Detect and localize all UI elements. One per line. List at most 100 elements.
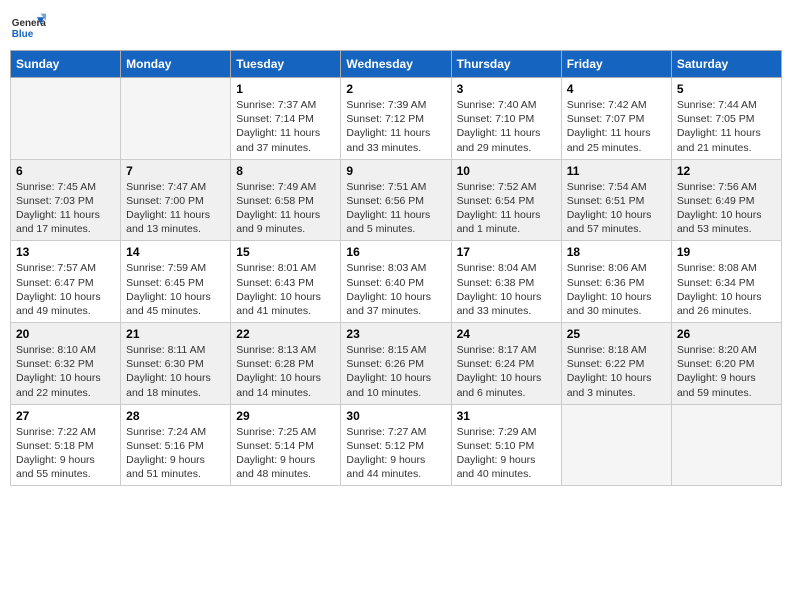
calendar-cell: 14Sunrise: 7:59 AMSunset: 6:45 PMDayligh… [121, 241, 231, 323]
cell-info: Sunrise: 8:11 AMSunset: 6:30 PMDaylight:… [126, 344, 211, 399]
day-number: 19 [677, 245, 776, 259]
day-number: 14 [126, 245, 225, 259]
calendar-cell: 10 Sunrise: 7:52 AMSunset: 6:54 PMDayligh… [451, 159, 561, 241]
calendar-header-tuesday: Tuesday [231, 51, 341, 78]
day-number: 8 [236, 164, 335, 178]
day-number: 30 [346, 409, 445, 423]
calendar-cell: 27 Sunrise: 7:22 AMSunset: 5:18 PMDayligh… [11, 404, 121, 486]
cell-info: Sunrise: 7:56 AMSunset: 6:49 PMDaylight:… [677, 181, 762, 236]
cell-info: Sunrise: 7:22 AMSunset: 5:18 PMDaylight:… [16, 426, 96, 481]
logo-icon: General Blue [10, 10, 46, 46]
day-number: 16 [346, 245, 445, 259]
calendar-cell: 9 Sunrise: 7:51 AMSunset: 6:56 PMDaylight… [341, 159, 451, 241]
day-number: 20 [16, 327, 115, 341]
day-number: 13 [16, 245, 115, 259]
day-number: 1 [236, 82, 335, 96]
calendar-cell: 28 Sunrise: 7:24 AMSunset: 5:16 PMDayligh… [121, 404, 231, 486]
calendar-cell [11, 78, 121, 160]
calendar-header-row: SundayMondayTuesdayWednesdayThursdayFrid… [11, 51, 782, 78]
cell-info: Sunrise: 7:49 AMSunset: 6:58 PMDaylight:… [236, 181, 320, 236]
cell-info: Sunrise: 7:47 AMSunset: 7:00 PMDaylight:… [126, 181, 210, 236]
cell-info: Sunrise: 7:40 AMSunset: 7:10 PMDaylight:… [457, 99, 541, 154]
cell-info: Sunrise: 8:04 AMSunset: 6:38 PMDaylight:… [457, 262, 542, 317]
day-number: 31 [457, 409, 556, 423]
calendar-header-monday: Monday [121, 51, 231, 78]
calendar-cell: 8 Sunrise: 7:49 AMSunset: 6:58 PMDaylight… [231, 159, 341, 241]
cell-info: Sunrise: 7:24 AMSunset: 5:16 PMDaylight:… [126, 426, 206, 481]
day-number: 23 [346, 327, 445, 341]
day-number: 10 [457, 164, 556, 178]
cell-info: Sunrise: 7:57 AMSunset: 6:47 PMDaylight:… [16, 262, 101, 317]
calendar-header-thursday: Thursday [451, 51, 561, 78]
calendar-cell: 7 Sunrise: 7:47 AMSunset: 7:00 PMDaylight… [121, 159, 231, 241]
calendar-cell: 12 Sunrise: 7:56 AMSunset: 6:49 PMDayligh… [671, 159, 781, 241]
cell-info: Sunrise: 8:08 AMSunset: 6:34 PMDaylight:… [677, 262, 762, 317]
calendar-header-wednesday: Wednesday [341, 51, 451, 78]
page-header: General Blue [10, 10, 782, 46]
cell-info: Sunrise: 7:27 AMSunset: 5:12 PMDaylight:… [346, 426, 426, 481]
day-number: 12 [677, 164, 776, 178]
calendar-cell: 2 Sunrise: 7:39 AMSunset: 7:12 PMDaylight… [341, 78, 451, 160]
day-number: 9 [346, 164, 445, 178]
day-number: 17 [457, 245, 556, 259]
calendar-cell: 20Sunrise: 8:10 AMSunset: 6:32 PMDayligh… [11, 323, 121, 405]
cell-info: Sunrise: 8:13 AMSunset: 6:28 PMDaylight:… [236, 344, 321, 399]
day-number: 2 [346, 82, 445, 96]
calendar-cell: 11Sunrise: 7:54 AMSunset: 6:51 PMDayligh… [561, 159, 671, 241]
calendar-cell: 15Sunrise: 8:01 AMSunset: 6:43 PMDayligh… [231, 241, 341, 323]
day-number: 5 [677, 82, 776, 96]
calendar-cell: 26 Sunrise: 8:20 AMSunset: 6:20 PMDayligh… [671, 323, 781, 405]
day-number: 4 [567, 82, 666, 96]
calendar-header-friday: Friday [561, 51, 671, 78]
calendar-week-row: 6 Sunrise: 7:45 AMSunset: 7:03 PMDaylight… [11, 159, 782, 241]
svg-text:Blue: Blue [12, 29, 34, 40]
calendar-header-saturday: Saturday [671, 51, 781, 78]
cell-info: Sunrise: 8:20 AMSunset: 6:20 PMDaylight:… [677, 344, 757, 399]
calendar-cell: 17 Sunrise: 8:04 AMSunset: 6:38 PMDayligh… [451, 241, 561, 323]
calendar-cell [121, 78, 231, 160]
day-number: 15 [236, 245, 335, 259]
cell-info: Sunrise: 7:37 AMSunset: 7:14 PMDaylight:… [236, 99, 320, 154]
day-number: 11 [567, 164, 666, 178]
calendar-cell: 21 Sunrise: 8:11 AMSunset: 6:30 PMDayligh… [121, 323, 231, 405]
cell-info: Sunrise: 8:03 AMSunset: 6:40 PMDaylight:… [346, 262, 431, 317]
cell-info: Sunrise: 7:39 AMSunset: 7:12 PMDaylight:… [346, 99, 430, 154]
calendar-cell: 31 Sunrise: 7:29 AMSunset: 5:10 PMDayligh… [451, 404, 561, 486]
day-number: 26 [677, 327, 776, 341]
cell-info: Sunrise: 8:17 AMSunset: 6:24 PMDaylight:… [457, 344, 542, 399]
logo: General Blue [10, 10, 50, 46]
calendar-cell: 22 Sunrise: 8:13 AMSunset: 6:28 PMDayligh… [231, 323, 341, 405]
day-number: 7 [126, 164, 225, 178]
calendar-header-sunday: Sunday [11, 51, 121, 78]
calendar-week-row: 13 Sunrise: 7:57 AMSunset: 6:47 PMDayligh… [11, 241, 782, 323]
cell-info: Sunrise: 7:52 AMSunset: 6:54 PMDaylight:… [457, 181, 541, 236]
calendar-week-row: 20Sunrise: 8:10 AMSunset: 6:32 PMDayligh… [11, 323, 782, 405]
day-number: 22 [236, 327, 335, 341]
day-number: 18 [567, 245, 666, 259]
calendar-cell: 25 Sunrise: 8:18 AMSunset: 6:22 PMDayligh… [561, 323, 671, 405]
calendar-cell: 1 Sunrise: 7:37 AMSunset: 7:14 PMDaylight… [231, 78, 341, 160]
calendar-cell [671, 404, 781, 486]
calendar-cell: 29 Sunrise: 7:25 AMSunset: 5:14 PMDayligh… [231, 404, 341, 486]
calendar-cell: 23 Sunrise: 8:15 AMSunset: 6:26 PMDayligh… [341, 323, 451, 405]
calendar-cell: 4Sunrise: 7:42 AMSunset: 7:07 PMDaylight… [561, 78, 671, 160]
calendar-cell: 13 Sunrise: 7:57 AMSunset: 6:47 PMDayligh… [11, 241, 121, 323]
day-number: 27 [16, 409, 115, 423]
cell-info: Sunrise: 7:25 AMSunset: 5:14 PMDaylight:… [236, 426, 316, 481]
cell-info: Sunrise: 8:15 AMSunset: 6:26 PMDaylight:… [346, 344, 431, 399]
day-number: 25 [567, 327, 666, 341]
cell-info: Sunrise: 8:06 AMSunset: 6:36 PMDaylight:… [567, 262, 652, 317]
calendar-cell [561, 404, 671, 486]
cell-info: Sunrise: 7:45 AMSunset: 7:03 PMDaylight:… [16, 181, 100, 236]
calendar-cell: 5 Sunrise: 7:44 AMSunset: 7:05 PMDaylight… [671, 78, 781, 160]
calendar-cell: 18 Sunrise: 8:06 AMSunset: 6:36 PMDayligh… [561, 241, 671, 323]
cell-info: Sunrise: 8:18 AMSunset: 6:22 PMDaylight:… [567, 344, 652, 399]
cell-info: Sunrise: 7:51 AMSunset: 6:56 PMDaylight:… [346, 181, 430, 236]
cell-info: Sunrise: 7:44 AMSunset: 7:05 PMDaylight:… [677, 99, 761, 154]
day-number: 29 [236, 409, 335, 423]
cell-info: Sunrise: 7:29 AMSunset: 5:10 PMDaylight:… [457, 426, 537, 481]
day-number: 6 [16, 164, 115, 178]
day-number: 28 [126, 409, 225, 423]
day-number: 21 [126, 327, 225, 341]
calendar-week-row: 27 Sunrise: 7:22 AMSunset: 5:18 PMDayligh… [11, 404, 782, 486]
